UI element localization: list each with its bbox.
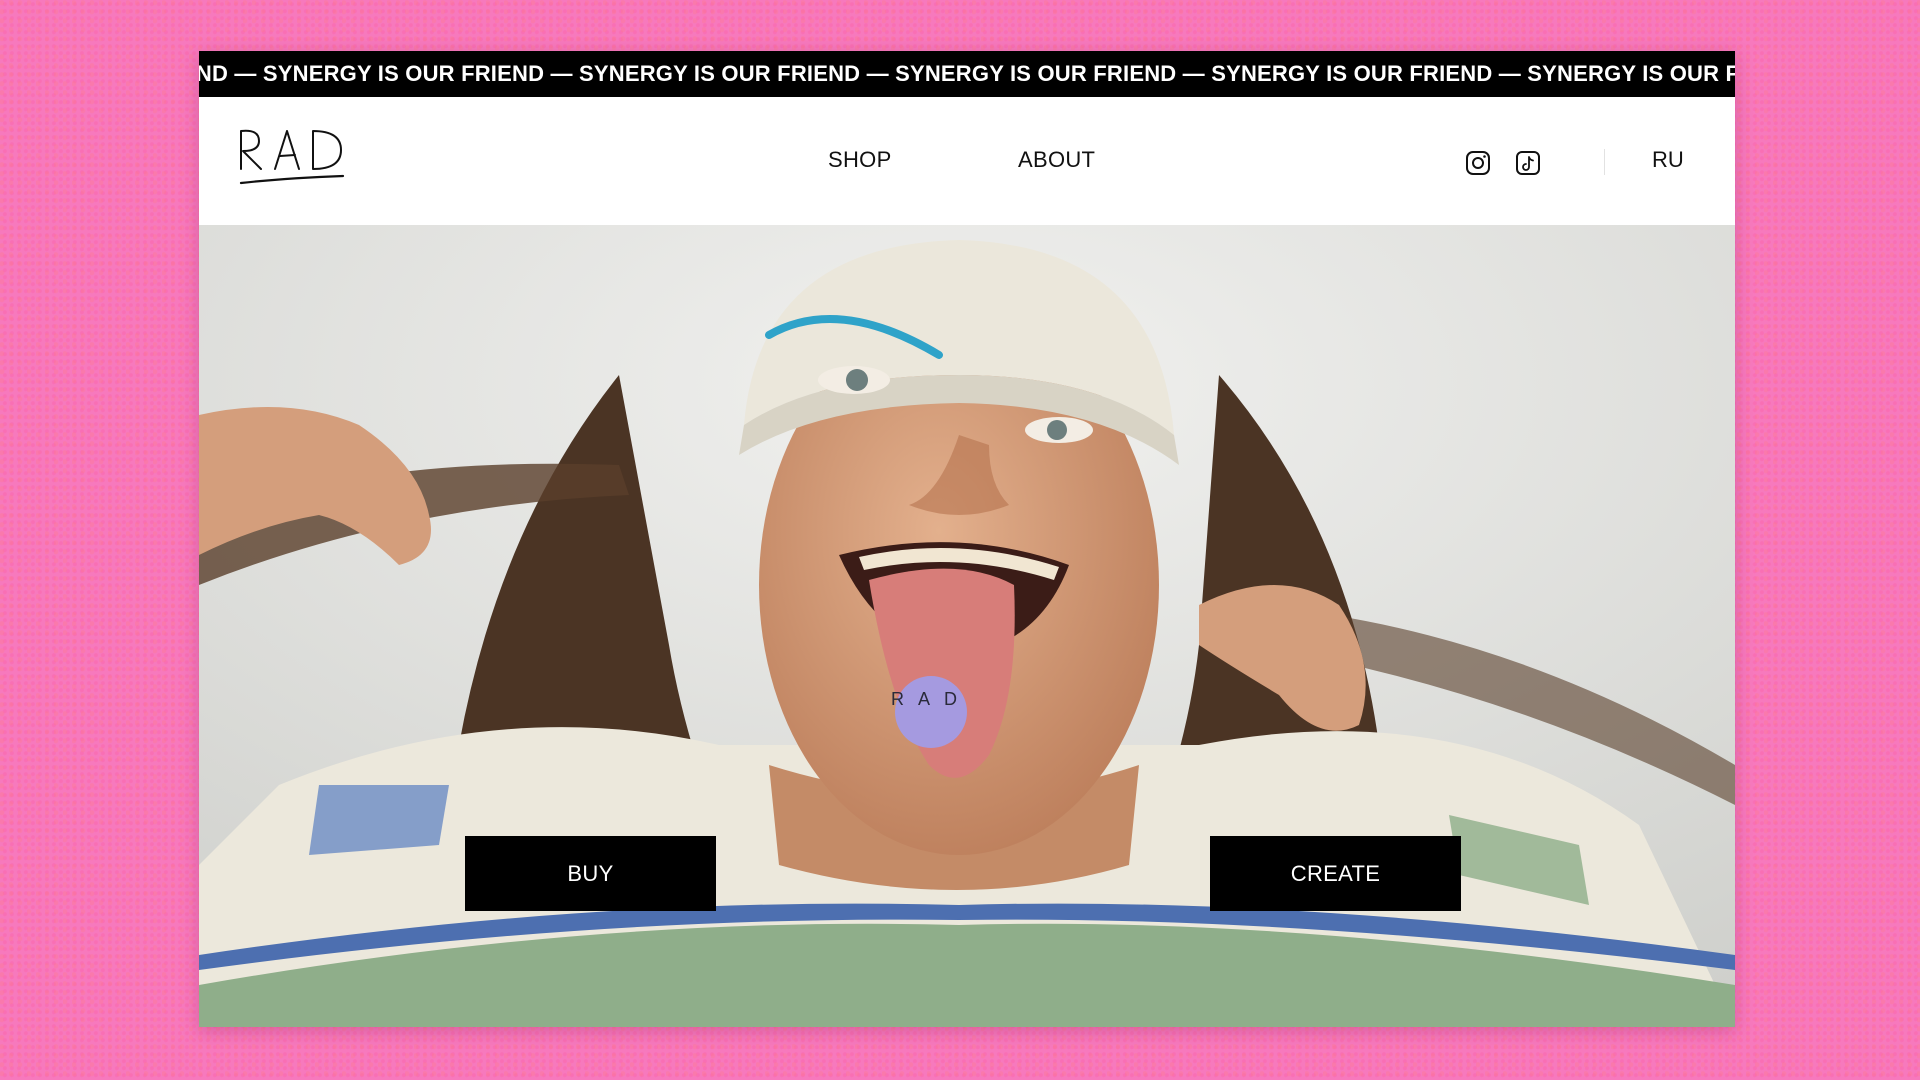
marquee-banner: END — SYNERGY IS OUR FRIEND — SYNERGY IS…	[199, 51, 1735, 97]
language-switch[interactable]: RU	[1652, 147, 1684, 173]
hero-photo-illustration: RAD	[199, 225, 1735, 1027]
buy-button[interactable]: BUY	[465, 836, 716, 911]
browser-page: END — SYNERGY IS OUR FRIEND — SYNERGY IS…	[199, 51, 1735, 1027]
nav-about-link[interactable]: ABOUT	[1018, 147, 1095, 173]
hero-image: RAD BUY CREATE	[199, 225, 1735, 1027]
nav-shop-link[interactable]: SHOP	[828, 147, 892, 173]
tiktok-icon[interactable]	[1514, 149, 1544, 179]
pill-text: RAD	[891, 689, 971, 709]
header-divider	[1604, 149, 1605, 175]
marquee-text: END — SYNERGY IS OUR FRIEND — SYNERGY IS…	[199, 61, 1735, 86]
rad-logo[interactable]	[237, 123, 357, 193]
site-header: SHOP ABOUT RU	[199, 97, 1735, 225]
rad-logo-mark	[239, 129, 345, 185]
create-button[interactable]: CREATE	[1210, 836, 1461, 911]
instagram-icon[interactable]	[1464, 149, 1494, 179]
